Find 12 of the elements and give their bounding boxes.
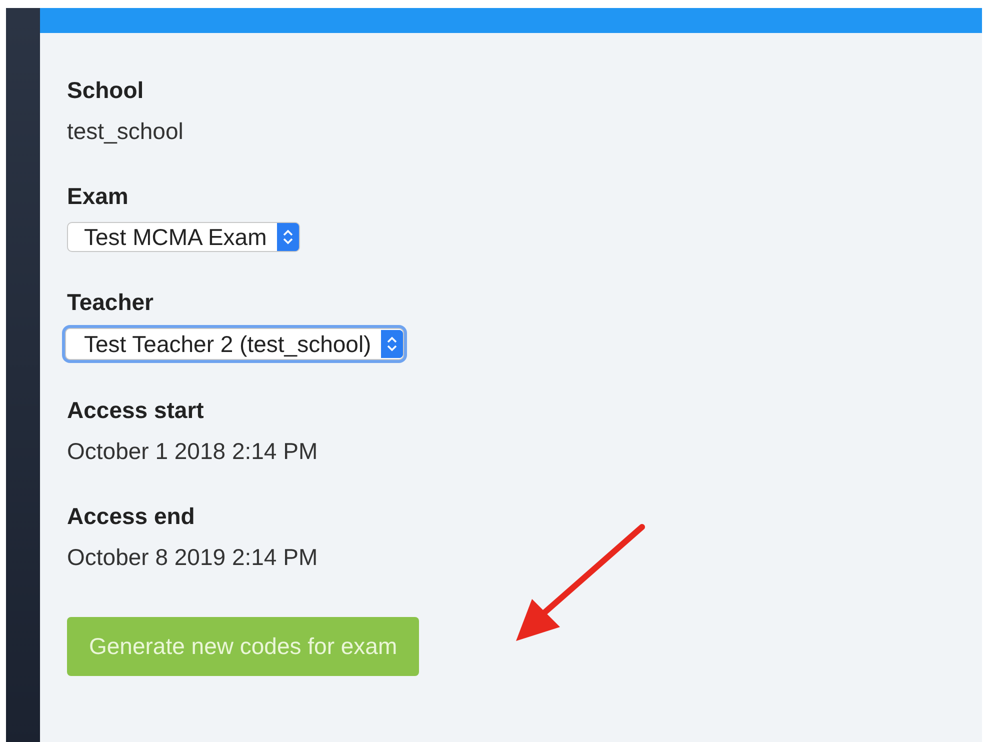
field-label: Access end — [67, 503, 195, 530]
field-value: October 1 2018 2:14 PM — [67, 438, 318, 465]
field-label: School — [67, 77, 144, 104]
field-label: Access start — [67, 397, 204, 424]
field-value: test_school — [67, 118, 184, 145]
field-value: October 8 2019 2:14 PM — [67, 544, 318, 571]
chevron-icon — [381, 330, 404, 358]
dropdown[interactable]: Test MCMA Exam — [67, 222, 300, 252]
field-label: Exam — [67, 183, 128, 210]
chevron-icon — [276, 223, 299, 251]
dropdown[interactable]: Test Teacher 2 (test_school) — [65, 328, 404, 360]
field-label: Teacher — [67, 289, 154, 316]
